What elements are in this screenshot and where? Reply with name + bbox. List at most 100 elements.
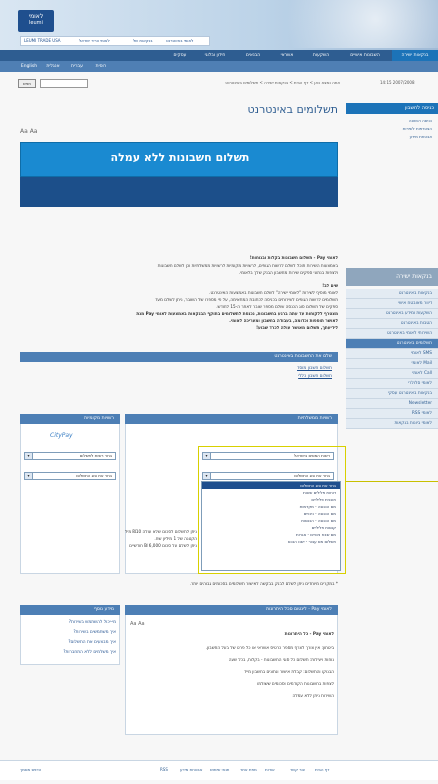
date-display: 14:15 2007/2008 xyxy=(380,80,415,85)
footer-link[interactable]: אבטחת מידע xyxy=(180,767,202,772)
benefit-item: לצפות בחשבונות הקודמים וסכומים ששולמו xyxy=(257,681,334,686)
lang-hebrew[interactable]: עברית xyxy=(66,61,88,72)
banner-title: תשלום חשבונות ללא עמלה xyxy=(110,151,250,164)
logo-text-english: leumi xyxy=(29,20,43,26)
header-decoration xyxy=(230,0,438,48)
sidebar-item[interactable]: לאומי Call xyxy=(346,369,438,379)
local-authority-value: בחר רשות לתשלום xyxy=(79,453,112,458)
local-payment-type-value: בחר את סוג התשלום xyxy=(76,473,112,478)
lang-russian[interactable]: רוסית xyxy=(90,61,112,72)
intro-heading: לאומי Pay - תשלום חשבונות בקלות ובנוחות! xyxy=(249,255,338,260)
sidebar-item-active[interactable]: תשלומים באינטרנט xyxy=(346,339,438,349)
lang-en-he[interactable]: אנגלית xyxy=(42,61,64,72)
page: לאומי leumi LEUMI TRADE USA לאומי ווריר … xyxy=(0,0,438,784)
sidebar-section-title: בנקאות ישירה xyxy=(346,268,438,286)
notice-text-2: תשלומים לרשות הגופים לשירותים בכניסה לכת… xyxy=(155,297,338,302)
gov-section-bar: רשויות ממשלתיות xyxy=(125,414,338,424)
limit-note-3: ניתן לשלם על סכום 6,000 ₪ חודשיים xyxy=(129,543,197,548)
benefits-bar: לאומי Pay - לינטום סכל היתרונות xyxy=(125,605,338,615)
search-button[interactable]: חפש xyxy=(18,79,36,88)
sidebar-item[interactable]: לאומי SMS xyxy=(346,349,438,359)
highlight-frame xyxy=(198,446,346,574)
local-section-bar: רשויות מקומיות xyxy=(20,414,120,424)
intro-text-1: באמצעות השירות תוכל לשלם לרשות הגופים, ל… xyxy=(157,263,338,268)
nav-credit[interactable]: אשראי xyxy=(272,50,302,61)
sidebar-item[interactable]: דיוור מאובטח אישי xyxy=(346,299,438,309)
link-pay-institution[interactable]: תשלום חשבון מוסד xyxy=(200,366,332,371)
more-info-link[interactable]: איך משלמים ללא התחברות? xyxy=(24,650,116,655)
footer-link[interactable]: צור קשר xyxy=(290,767,305,772)
sidebar-item[interactable]: לאומי ביונות בנקאות xyxy=(346,419,438,429)
notice-text-1: לאומי מוסיף לשירות "לאומי ישירה" לשלם חש… xyxy=(209,290,338,295)
chevron-down-icon: ▾ xyxy=(25,453,33,459)
sidebar-item[interactable]: בנקאות באינטרנט xyxy=(346,289,438,299)
nav-business[interactable]: עסקים xyxy=(166,50,194,61)
login-links: כניסה רגשונה הצטרפות לשירות אבטחת מידע xyxy=(346,117,438,141)
search-row: חפש אתה נמצא כאן > דף הבית > בנקאות ישיר… xyxy=(0,78,438,90)
footer-link-home[interactable]: דף הבית xyxy=(315,767,329,772)
footer: הדפס מסמך RSS אבטחת מידע תנאי שימוש מפת … xyxy=(0,760,438,780)
more-info-link[interactable]: איך משתמשים בשירות? xyxy=(24,630,116,635)
sidebar-link[interactable]: אבטחת מידע xyxy=(346,133,438,141)
trade-link-israel[interactable]: לאומי ווריר ישראל xyxy=(79,37,110,45)
notice-text-5: לאושר תוספות וכדומה, בעבודה בחשבון ומערי… xyxy=(229,318,338,323)
nav-accounts[interactable]: השבונות אישיים xyxy=(340,50,390,61)
benefit-item: הבנוקו והתשלום: קבלת אישור ונתונים בחשבו… xyxy=(243,669,334,674)
benefit-item: ביטחון: אין צורך לצרף מספר כרטיס אשראי א… xyxy=(205,645,334,650)
sidebar-item[interactable]: בנקאות באינטרנט עסקי xyxy=(346,389,438,399)
benefits-heading: לאומי Pay - כל היתרונות xyxy=(284,631,334,636)
breadcrumb: אתה נמצא כאן > דף הבית > בנקאות ישירה > … xyxy=(225,80,340,85)
trade-link-banking[interactable]: בנקאות של xyxy=(133,37,153,45)
more-info-link[interactable]: איך מבצעים את התשלום? xyxy=(24,640,116,645)
sidebar-item[interactable]: לאומי Mail xyxy=(346,359,438,369)
benefit-item: נוחות ויעילות: תשלום כל סוגי החשבונות - … xyxy=(228,657,334,662)
promo-banner: תשלום חשבונות ללא עמלה xyxy=(20,142,338,177)
trade-link-usa[interactable]: LEUMI TRADE USA xyxy=(24,37,61,45)
nav-direct-banking[interactable]: בנקאות ישירה xyxy=(392,50,438,61)
header: לאומי leumi LEUMI TRADE USA לאומי ווריר … xyxy=(0,0,438,50)
sidebar-item[interactable]: השירותי לאומי באינטרנט xyxy=(346,329,438,339)
nav-info[interactable]: חידון ובלוגי xyxy=(196,50,234,61)
footer-link[interactable]: תנאי שימוש xyxy=(210,767,229,772)
leumi-logo[interactable]: לאומי leumi xyxy=(18,10,54,32)
notice-text-6: לידיעתך, תשלום מאושר עולה לכרד שבוע! xyxy=(256,325,338,330)
lang-english[interactable]: English xyxy=(18,61,40,72)
sidebar-item[interactable]: הטבות באינטרנט xyxy=(346,319,438,329)
banner-bottom-bar xyxy=(20,177,338,207)
benefit-item: השירות ניתן ללא עמלה xyxy=(292,693,334,698)
sidebar-item[interactable]: Newsletter xyxy=(346,399,438,409)
notice-text-4: מצטרף ללקוחות עד עתה ברגע בחשבונות, נכנס… xyxy=(136,311,338,316)
sidebar-item[interactable]: השקעות ומידע באינטרנט xyxy=(346,309,438,319)
search-input[interactable] xyxy=(40,79,88,88)
highlight-pointer-line xyxy=(346,481,438,482)
limit-note-1: ניתן לתשלום לסכום שלא עולה ₪10 מיליון של xyxy=(125,529,197,534)
login-button[interactable]: כניסה לחשבון xyxy=(346,103,438,114)
footer-link[interactable]: מפת אתר xyxy=(240,767,257,772)
sidebar-item[interactable]: לאומי סלולרי xyxy=(346,379,438,389)
top-navigation: בנקאות ישירה השבונות אישיים השקעות אשראי… xyxy=(0,50,438,61)
limit-footnote: * במקרים מיוחדים ניתן לשלם לבנק בבקשה לא… xyxy=(189,581,338,586)
notice-text-3: ספקים של תשלום סוג הכנסה שולם מספר שובר … xyxy=(216,304,338,309)
font-size-controls[interactable]: Aa Aa xyxy=(20,128,37,135)
benefits-font-controls[interactable]: Aa Aa xyxy=(130,621,145,627)
footer-link-rss[interactable]: RSS xyxy=(160,767,168,772)
local-payment-type-select[interactable]: בחר את סוג התשלום ▾ xyxy=(24,472,116,480)
sidebar-item[interactable]: RSS לאומי xyxy=(346,409,438,419)
local-authority-select[interactable]: בחר רשות לתשלום ▾ xyxy=(24,452,116,460)
limit-note-2: הקטנה של 1 מיליון שח. xyxy=(154,536,197,541)
pay-section-bar: שלם את החשבונות באינטרנט xyxy=(20,352,338,362)
print-link[interactable]: הדפס מסמך xyxy=(20,767,41,772)
logo-text-hebrew: לאומי xyxy=(28,13,44,20)
page-title: תשלומים באינטרנט xyxy=(247,103,338,116)
nav-builders[interactable]: הבנאים xyxy=(236,50,270,61)
sidebar-link[interactable]: כניסה רגשונה xyxy=(346,117,438,125)
citypay-logo: CityPay xyxy=(50,432,73,439)
trade-links-bar: LEUMI TRADE USA לאומי ווריר ישראל בנקאות… xyxy=(20,36,210,46)
sidebar-link[interactable]: הצטרפות לשירות xyxy=(346,125,438,133)
more-info-link[interactable]: מי-יכול להשתמש בשירות? xyxy=(24,620,116,625)
language-navigation: English אנגלית עברית רוסית xyxy=(0,61,438,72)
link-pay-general[interactable]: תשלום חשבון כללי xyxy=(200,374,332,379)
trade-link-internet[interactable]: לאומי באינטרנט xyxy=(166,37,193,45)
nav-investments[interactable]: השקעות xyxy=(303,50,339,61)
footer-link[interactable]: אודות xyxy=(265,767,275,772)
